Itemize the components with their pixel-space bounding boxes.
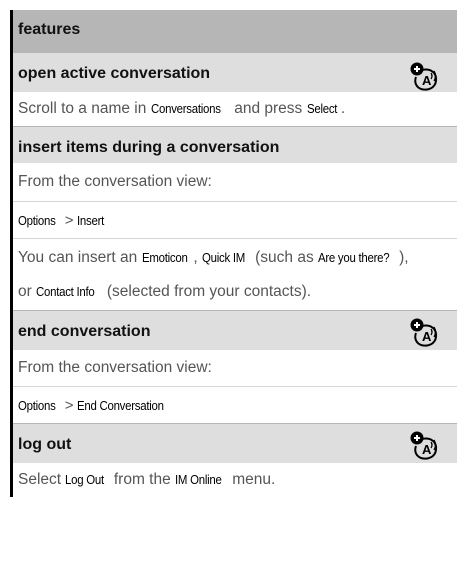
text: and press — [229, 100, 307, 117]
section-title: open active conversation — [18, 65, 211, 82]
section-insert-items-title-row: insert items during a conversation — [13, 126, 457, 163]
ui-term-are-you-there: Are you there? — [318, 250, 390, 265]
text: (such as — [250, 249, 319, 266]
section-open-active-conversation-title-row: open active conversation A — [13, 52, 457, 92]
ui-term-insert: Insert — [77, 213, 105, 228]
text: (selected from your contacts). — [102, 283, 312, 300]
path-separator: > — [64, 212, 74, 229]
ui-term-log-out: Log Out — [65, 472, 105, 487]
section-title: end conversation — [18, 323, 151, 340]
text: You can insert an — [18, 249, 142, 266]
section-insert-items-path: Options > Insert — [13, 201, 457, 238]
ui-term-select: Select — [306, 101, 337, 116]
section-log-out-body: Select Log Out from the IM Online menu. — [13, 463, 457, 497]
text: From the conversation view: — [18, 173, 212, 190]
section-title: insert items during a conversation — [18, 139, 280, 156]
section-end-conversation-path: Options > End Conversation — [13, 386, 457, 423]
text: from the — [109, 471, 176, 488]
table-header-title: features — [18, 21, 81, 38]
ui-term-contact-info: Contact Info — [36, 284, 95, 299]
ui-term-im-online: IM Online — [175, 472, 222, 487]
section-open-active-conversation-body: Scroll to a name in Conversations and pr… — [13, 92, 457, 126]
ui-term-quick-im: Quick IM — [201, 250, 245, 265]
text: From the conversation view: — [18, 359, 212, 376]
section-log-out-title-row: log out A — [13, 423, 457, 463]
ui-term-conversations: Conversations — [150, 101, 221, 116]
ui-term-options: Options — [18, 398, 56, 413]
path-separator: > — [64, 397, 74, 414]
section-title: log out — [18, 436, 72, 453]
svg-text:A: A — [422, 329, 432, 344]
ui-term-end-conversation: End Conversation — [77, 398, 165, 413]
network-dependent-feature-icon: A — [410, 62, 438, 91]
section-end-conversation-title-row: end conversation A — [13, 310, 457, 350]
text: or — [18, 283, 37, 300]
text: ), — [399, 249, 409, 266]
text: Select — [18, 471, 66, 488]
text: , — [193, 249, 202, 266]
features-table: features open active conversation A Scro… — [10, 10, 457, 497]
svg-text:A: A — [422, 442, 432, 457]
network-dependent-feature-icon: A — [410, 431, 438, 460]
section-end-conversation-intro: From the conversation view: — [13, 350, 457, 386]
section-insert-items-intro: From the conversation view: — [13, 163, 457, 201]
section-insert-items-description: You can insert an Emoticon, Quick IM (su… — [13, 238, 457, 310]
text: . — [340, 100, 346, 117]
network-dependent-feature-icon: A — [410, 318, 438, 347]
text: Scroll to a name in — [18, 100, 151, 117]
table-header: features — [13, 10, 457, 52]
ui-term-options: Options — [18, 213, 56, 228]
ui-term-emoticon: Emoticon — [141, 250, 188, 265]
svg-text:A: A — [422, 73, 432, 88]
text: menu. — [227, 471, 276, 488]
